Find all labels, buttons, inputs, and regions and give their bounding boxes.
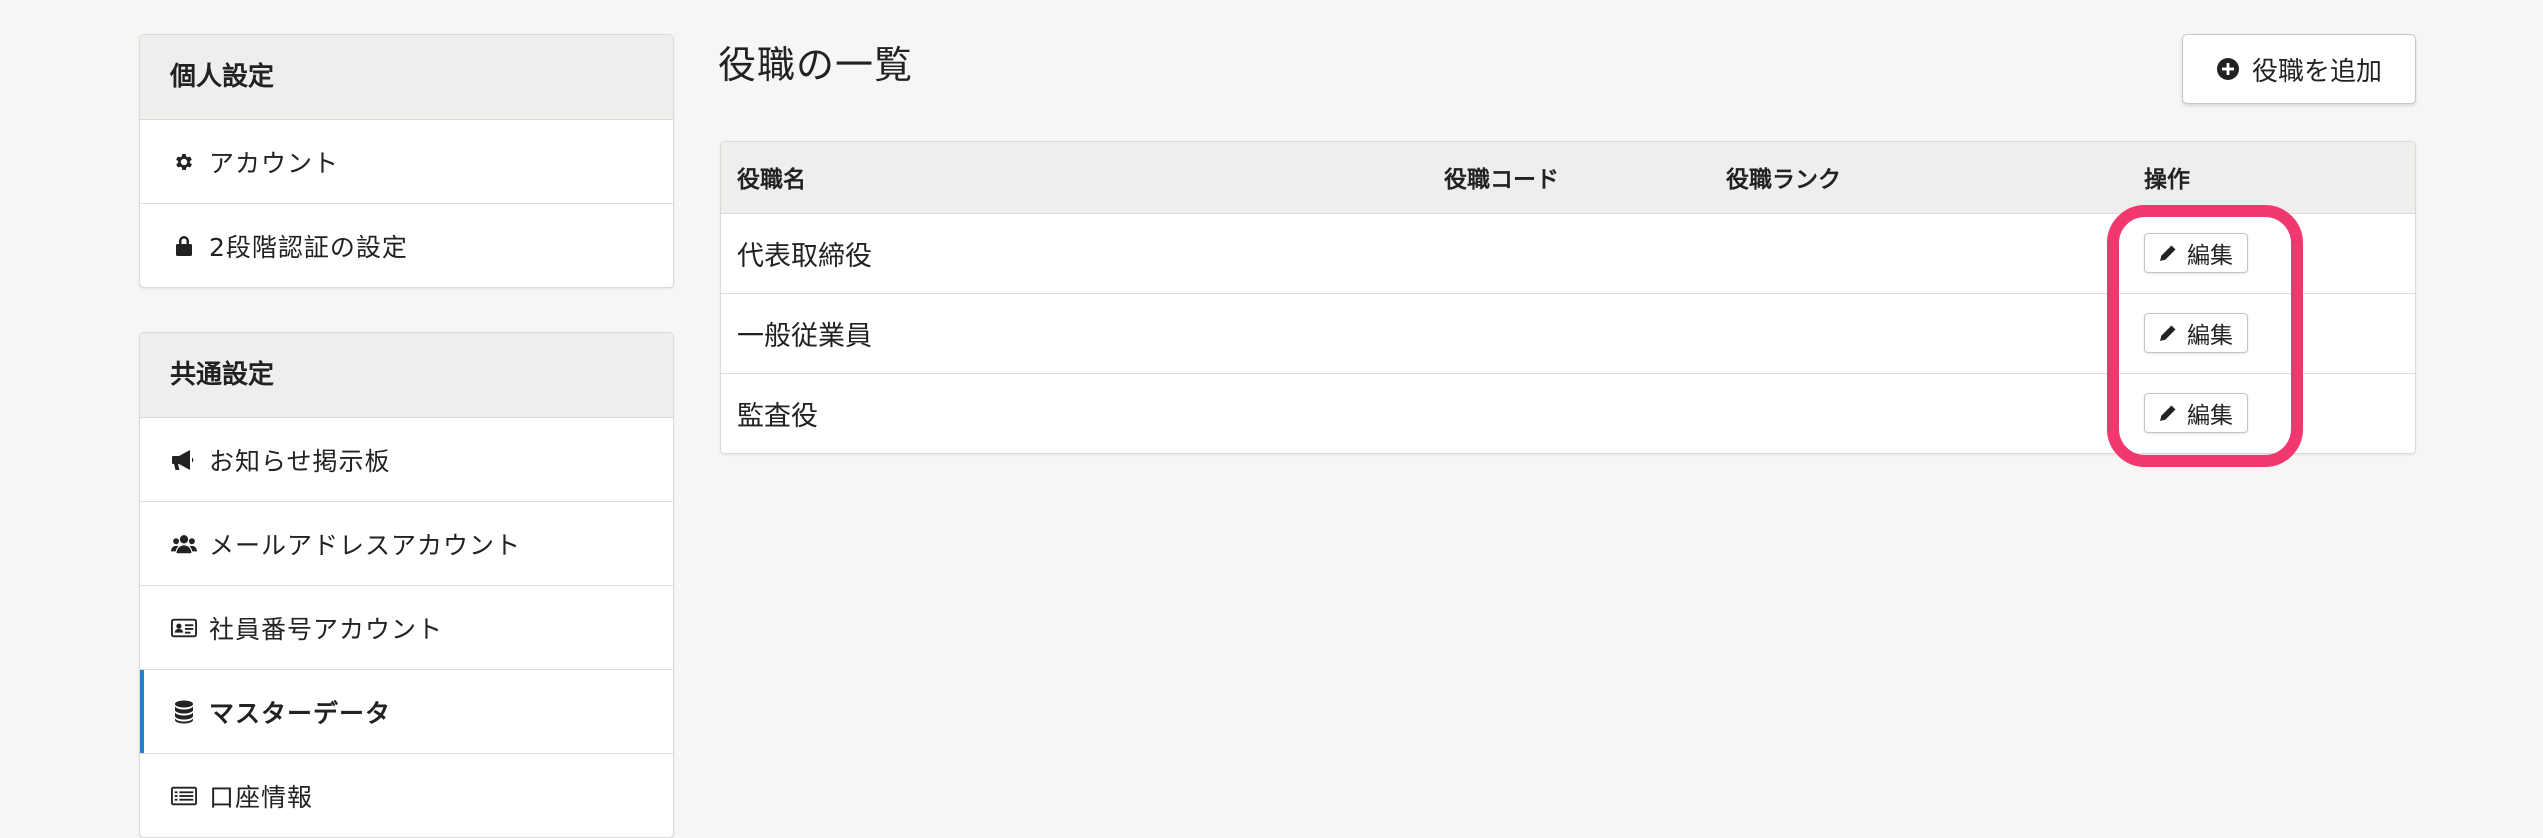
position-actions: 編集 bbox=[2128, 213, 2415, 293]
table-header-row: 役職名 役職コード 役職ランク 操作 bbox=[721, 142, 2415, 214]
positions-table: 役職名 役職コード 役職ランク 操作 代表取締役 編集 一般従業員 編集 監査役… bbox=[720, 141, 2416, 454]
page-title: 役職の一覧 bbox=[718, 43, 914, 87]
common-settings-panel: 共通設定 お知らせ掲示板 メールアドレスアカウント 社員番号アカウント マスター… bbox=[139, 332, 674, 838]
table-row: 一般従業員 編集 bbox=[721, 292, 2415, 373]
column-header-actions: 操作 bbox=[2128, 142, 2415, 214]
common-settings-header: 共通設定 bbox=[140, 333, 673, 418]
add-position-label: 役職を追加 bbox=[2251, 56, 2382, 87]
sidebar-item-master-data[interactable]: マスターデータ bbox=[140, 669, 673, 753]
position-rank bbox=[1710, 292, 2128, 373]
position-name: 代表取締役 bbox=[737, 240, 872, 272]
pencil-icon bbox=[2159, 244, 2177, 262]
column-header-code: 役職コード bbox=[1428, 142, 1710, 214]
lock-icon bbox=[171, 233, 197, 259]
position-rank bbox=[1710, 213, 2128, 293]
sidebar-item-email-accounts[interactable]: メールアドレスアカウント bbox=[140, 501, 673, 585]
list-icon bbox=[171, 783, 197, 809]
edit-button[interactable]: 編集 bbox=[2144, 393, 2248, 434]
position-actions: 編集 bbox=[2128, 292, 2415, 373]
position-code bbox=[1428, 372, 1710, 453]
personal-settings-header: 個人設定 bbox=[140, 35, 673, 120]
column-header-rank: 役職ランク bbox=[1710, 142, 2128, 214]
sidebar-item-two-factor[interactable]: 2段階認証の設定 bbox=[140, 203, 673, 287]
sidebar-item-notice-board[interactable]: お知らせ掲示板 bbox=[140, 418, 673, 501]
megaphone-icon bbox=[171, 447, 197, 473]
sidebar-item-label: 2段階認証の設定 bbox=[209, 232, 408, 262]
sidebar-item-label: 社員番号アカウント bbox=[209, 614, 444, 644]
add-position-button[interactable]: 役職を追加 bbox=[2182, 34, 2416, 104]
table-row: 監査役 編集 bbox=[721, 372, 2415, 453]
sidebar-item-label: アカウント bbox=[209, 148, 340, 178]
database-icon bbox=[171, 699, 197, 725]
gear-icon bbox=[171, 149, 197, 175]
table-row: 代表取締役 編集 bbox=[721, 213, 2415, 293]
edit-label: 編集 bbox=[2187, 243, 2233, 269]
plus-circle-icon bbox=[2216, 57, 2240, 81]
edit-label: 編集 bbox=[2187, 403, 2233, 430]
position-code bbox=[1428, 292, 1710, 373]
position-code bbox=[1428, 213, 1710, 293]
sidebar: 個人設定 アカウント 2段階認証の設定 共通設定 お知らせ掲示板 メールアドレス… bbox=[139, 34, 674, 838]
sidebar-item-account-info[interactable]: 口座情報 bbox=[140, 753, 673, 837]
sidebar-item-label: メールアドレスアカウント bbox=[209, 530, 522, 560]
id-card-icon bbox=[171, 615, 197, 641]
sidebar-item-label: マスターデータ bbox=[209, 698, 392, 728]
sidebar-item-account[interactable]: アカウント bbox=[140, 120, 673, 203]
personal-settings-panel: 個人設定 アカウント 2段階認証の設定 bbox=[139, 34, 674, 288]
sidebar-item-label: お知らせ掲示板 bbox=[209, 446, 391, 476]
position-name: 監査役 bbox=[721, 372, 1428, 453]
sidebar-item-employee-number-accounts[interactable]: 社員番号アカウント bbox=[140, 585, 673, 669]
edit-button[interactable]: 編集 bbox=[2144, 233, 2248, 273]
position-actions: 編集 bbox=[2128, 372, 2415, 453]
edit-button[interactable]: 編集 bbox=[2144, 313, 2248, 353]
pencil-icon bbox=[2159, 324, 2177, 342]
users-icon bbox=[171, 531, 197, 557]
pencil-icon bbox=[2159, 404, 2177, 422]
sidebar-item-label: 口座情報 bbox=[209, 782, 314, 812]
position-name: 一般従業員 bbox=[721, 292, 1428, 373]
edit-label: 編集 bbox=[2187, 323, 2233, 349]
column-header-name: 役職名 bbox=[721, 142, 1428, 214]
position-rank bbox=[1710, 372, 2128, 453]
